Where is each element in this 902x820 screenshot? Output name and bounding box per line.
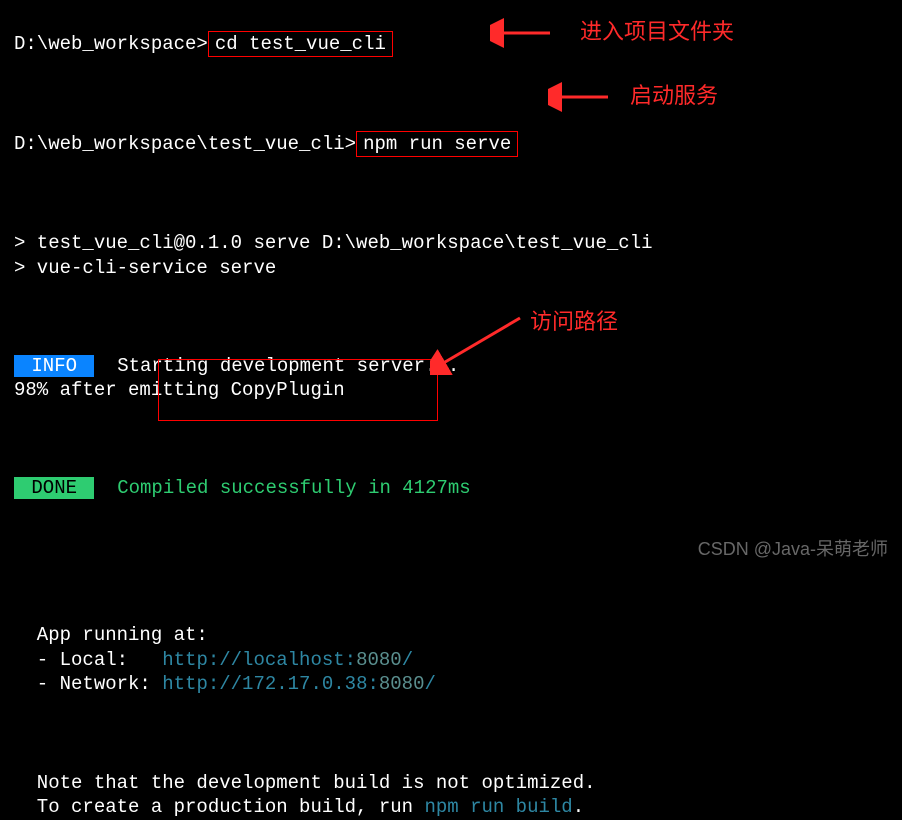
url-highlight-box [158, 359, 438, 421]
done-message: Compiled successfully in 4127ms [94, 477, 470, 499]
local-url-scheme[interactable]: http://localhost: [162, 649, 356, 671]
note-1: Note that the development build is not o… [14, 772, 596, 794]
network-url-slash[interactable]: / [424, 673, 435, 695]
local-url-slash[interactable]: / [402, 649, 413, 671]
note-2b-cmd: npm run build [424, 796, 572, 818]
annotation-urls: 访问路径 [530, 308, 618, 337]
cmd-cd-highlight: cd test_vue_cli [208, 31, 393, 58]
note-2a: To create a production build, run [14, 796, 424, 818]
network-label: - Network: [14, 673, 162, 695]
prompt-path-1: D:\web_workspace> [14, 33, 208, 55]
info-badge: INFO [14, 355, 94, 377]
local-url-port[interactable]: 8080 [356, 649, 402, 671]
prompt-path-2: D:\web_workspace\test_vue_cli> [14, 133, 356, 155]
done-badge: DONE [14, 477, 94, 499]
app-running-at: App running at: [14, 624, 208, 646]
npm-output-2: > vue-cli-service serve [14, 257, 276, 279]
network-url-port[interactable]: 8080 [379, 673, 425, 695]
cmd-serve-highlight: npm run serve [356, 131, 518, 158]
local-label: - Local: [14, 649, 162, 671]
annotation-cd: 进入项目文件夹 [580, 18, 734, 47]
npm-output-1: > test_vue_cli@0.1.0 serve D:\web_worksp… [14, 232, 653, 254]
cmd-npm-run-serve[interactable]: npm run serve [363, 133, 511, 155]
arrow-urls-icon [430, 310, 525, 375]
network-url-scheme[interactable]: http://172.17.0.38: [162, 673, 379, 695]
left-side-fragments [0, 0, 12, 571]
note-2c: . [573, 796, 584, 818]
annotation-serve: 启动服务 [630, 82, 718, 111]
watermark: CSDN @Java-呆萌老师 [698, 538, 888, 561]
arrow-serve-icon [548, 82, 618, 112]
cmd-cd[interactable]: cd test_vue_cli [215, 33, 386, 55]
arrow-cd-icon [490, 18, 560, 48]
